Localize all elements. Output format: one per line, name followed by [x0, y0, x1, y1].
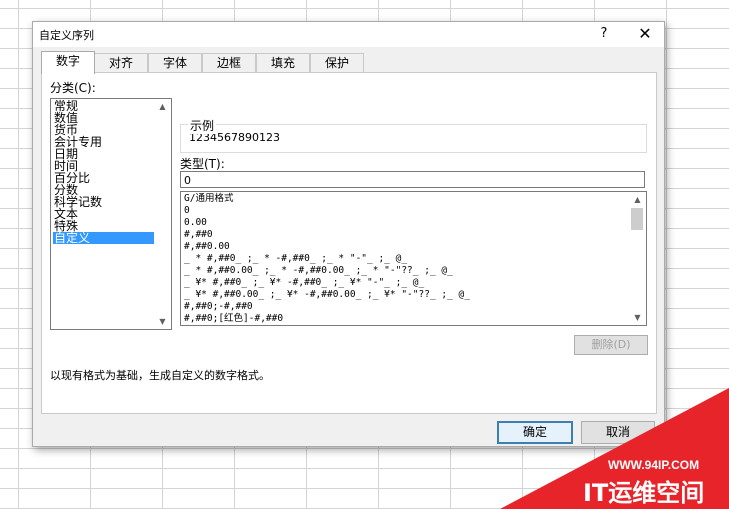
- format-item[interactable]: #,##0.00: [184, 241, 230, 253]
- scroll-down-icon[interactable]: ▼: [632, 312, 643, 323]
- format-cells-dialog: 自定义序列 ? ✕ 数字 对齐 字体 边框 填充 保护 分类(C): 常规 数值…: [32, 21, 665, 447]
- sample-label: 示例: [188, 117, 217, 134]
- category-item-selected[interactable]: 自定义: [53, 232, 154, 244]
- ok-button[interactable]: 确定: [497, 421, 573, 444]
- type-label: 类型(T):: [180, 157, 225, 171]
- category-label: 分类(C):: [50, 81, 96, 95]
- format-item[interactable]: _ ¥* #,##0.00_ ;_ ¥* -#,##0.00_ ;_ ¥* "-…: [184, 289, 470, 301]
- tab-number[interactable]: 数字: [41, 51, 95, 74]
- title-bar: 自定义序列 ? ✕: [33, 22, 664, 47]
- format-scrollbar[interactable]: ▲ ▼: [629, 192, 646, 325]
- format-item[interactable]: #,##0: [184, 229, 213, 241]
- cancel-button[interactable]: 取消: [581, 421, 655, 444]
- tab-fill[interactable]: 填充: [256, 53, 310, 73]
- tab-protection[interactable]: 保护: [310, 53, 364, 73]
- description-text: 以现有格式为基础，生成自定义的数字格式。: [50, 369, 270, 382]
- delete-button[interactable]: 删除(D): [574, 335, 648, 355]
- tab-alignment[interactable]: 对齐: [94, 53, 148, 73]
- format-list[interactable]: G/通用格式 0 0.00 #,##0 #,##0.00 _ * #,##0_ …: [180, 191, 647, 326]
- help-button[interactable]: ?: [593, 24, 615, 44]
- tab-border[interactable]: 边框: [202, 53, 256, 73]
- tab-font[interactable]: 字体: [148, 53, 202, 73]
- format-item[interactable]: #,##0;-#,##0: [184, 301, 253, 313]
- category-list[interactable]: 常规 数值 货币 会计专用 日期 时间 百分比 分数 科学记数 文本 特殊 自定…: [50, 98, 172, 330]
- format-item[interactable]: 0.00: [184, 217, 207, 229]
- format-item[interactable]: _ * #,##0.00_ ;_ * -#,##0.00_ ;_ * "-"??…: [184, 265, 453, 277]
- scroll-up-icon[interactable]: ▲: [632, 194, 643, 205]
- close-button[interactable]: ✕: [631, 24, 659, 44]
- type-input[interactable]: 0: [180, 171, 645, 188]
- scroll-down-icon[interactable]: ▼: [157, 316, 168, 327]
- format-item[interactable]: G/通用格式: [184, 193, 233, 205]
- format-item[interactable]: _ * #,##0_ ;_ * -#,##0_ ;_ * "-"_ ;_ @_: [184, 253, 407, 265]
- dialog-title: 自定义序列: [39, 29, 94, 42]
- scroll-thumb[interactable]: [631, 208, 643, 230]
- format-item[interactable]: 0: [184, 205, 190, 217]
- sample-group: 1234567890123: [180, 124, 647, 153]
- format-item[interactable]: #,##0;[红色]-#,##0: [184, 313, 283, 325]
- number-tab-panel: 分类(C): 常规 数值 货币 会计专用 日期 时间 百分比 分数 科学记数 文…: [41, 72, 657, 414]
- scroll-up-icon[interactable]: ▲: [157, 101, 168, 112]
- format-item[interactable]: _ ¥* #,##0_ ;_ ¥* -#,##0_ ;_ ¥* "-"_ ;_ …: [184, 277, 424, 289]
- category-scrollbar[interactable]: ▲ ▼: [154, 99, 171, 329]
